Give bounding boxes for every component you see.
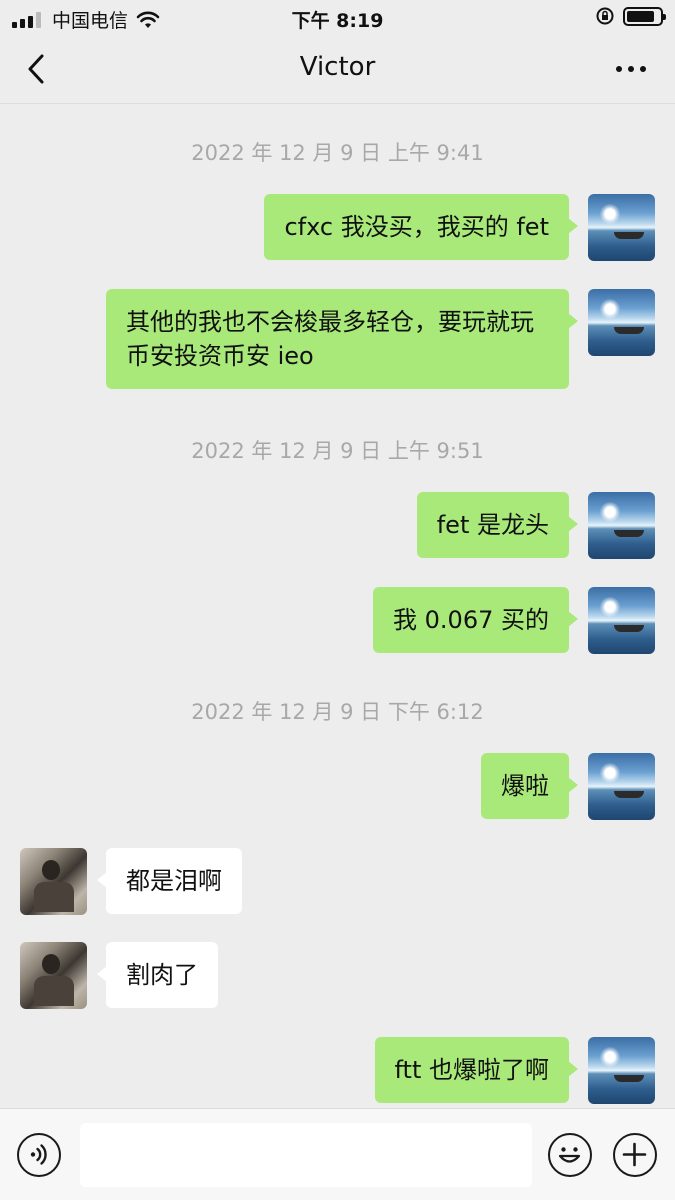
status-right [595,6,666,26]
message-bubble-received[interactable]: 割肉了 [97,942,218,1008]
emoji-icon [558,1147,581,1163]
emoji-button[interactable] [548,1133,592,1177]
message-timestamp: 2022 年 12 月 9 日 上午 9:41 [191,141,484,165]
plus-icon [622,1142,647,1167]
my-avatar[interactable] [588,753,655,820]
my-avatar[interactable] [588,492,655,559]
message-input[interactable] [80,1123,532,1187]
more-icon[interactable] [613,54,649,84]
message-bubble-sent[interactable]: 其他的我也不会梭最多轻仓，要玩就玩币安投资币安 ieo [106,289,578,389]
battery-icon [623,6,666,26]
voice-icon [30,1144,47,1165]
plus-button[interactable] [613,1133,657,1177]
my-avatar[interactable] [588,587,655,654]
chat-title: Victor [299,52,376,82]
input-bar [0,1108,675,1200]
orientation-lock-icon [596,7,614,25]
contact-avatar[interactable] [20,942,87,1009]
status-time: 下午 8:19 [291,10,384,32]
message-bubble-sent[interactable]: cfxc 我没买，我买的 fet [264,194,578,260]
status-bar: 中国电信 下午 8:19 [0,0,675,34]
my-avatar[interactable] [588,1037,655,1104]
nav-bar: Victor [0,34,675,104]
message-timestamp: 2022 年 12 月 9 日 下午 6:12 [191,700,484,724]
voice-button[interactable] [17,1133,61,1177]
message-bubble-sent[interactable]: 我 0.067 买的 [373,587,578,653]
message-bubble-sent[interactable]: ftt 也爆啦了啊 [374,1037,579,1103]
message-bubble-received[interactable]: 都是泪啊 [97,848,242,914]
my-avatar[interactable] [588,289,655,356]
contact-avatar[interactable] [20,848,87,915]
message-timestamp: 2022 年 12 月 9 日 上午 9:51 [191,439,484,463]
message-bubble-sent[interactable]: fet 是龙头 [416,492,579,558]
message-bubble-sent[interactable]: 爆啦 [481,753,578,819]
my-avatar[interactable] [588,194,655,261]
